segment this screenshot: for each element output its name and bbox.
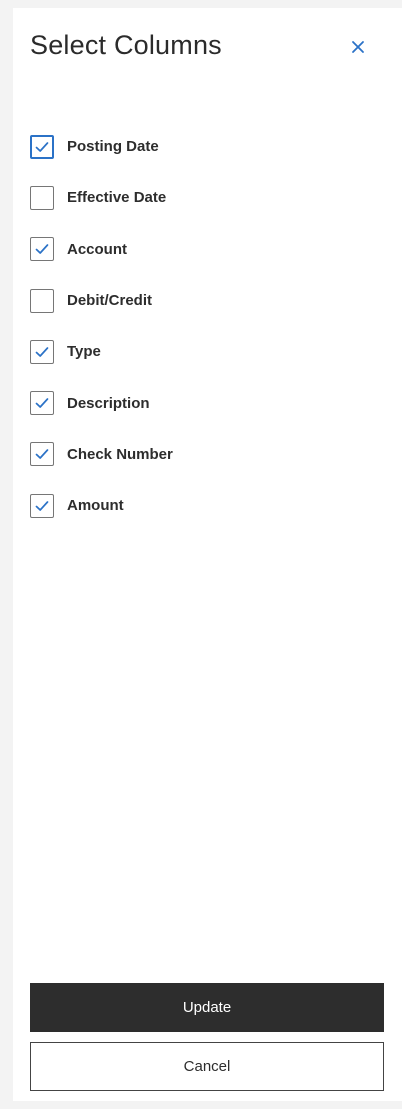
checkbox[interactable] — [30, 391, 54, 416]
column-option-amount[interactable]: Amount — [30, 480, 370, 531]
column-option-label: Amount — [67, 497, 124, 515]
column-option-label: Description — [67, 394, 150, 412]
column-option-label: Effective Date — [67, 189, 167, 207]
column-option-debit-credit[interactable]: Debit/Credit — [30, 275, 370, 326]
checkmark-icon — [35, 449, 49, 460]
checkbox[interactable] — [30, 237, 54, 262]
column-option-effective-date[interactable]: Effective Date — [30, 172, 370, 223]
checkmark-icon — [35, 244, 49, 255]
checkbox[interactable] — [30, 134, 54, 159]
select-columns-panel: Select Columns Posting Date Effective Da… — [13, 8, 402, 1101]
column-option-description[interactable]: Description — [30, 377, 370, 428]
column-option-label: Account — [67, 240, 127, 258]
checkmark-icon — [35, 398, 49, 408]
checkbox[interactable] — [30, 288, 54, 313]
column-option-label: Type — [67, 343, 101, 361]
panel-title: Select Columns — [30, 30, 222, 60]
checkmark-icon — [35, 346, 49, 357]
close-button[interactable] — [347, 36, 369, 58]
column-option-account[interactable]: Account — [30, 224, 370, 275]
checkbox[interactable] — [30, 185, 54, 210]
update-button[interactable]: Update — [30, 983, 384, 1032]
checkbox[interactable] — [30, 442, 54, 467]
column-option-label: Posting Date — [67, 138, 159, 156]
cancel-button[interactable]: Cancel — [30, 1042, 384, 1091]
checkbox[interactable] — [30, 339, 54, 364]
checkmark-icon — [35, 500, 49, 511]
column-option-posting-date[interactable]: Posting Date — [30, 121, 370, 172]
column-list: Posting Date Effective Date Account Debi… — [30, 121, 370, 531]
column-option-check-number[interactable]: Check Number — [30, 429, 370, 480]
column-option-type[interactable]: Type — [30, 326, 370, 377]
checkmark-icon — [35, 141, 49, 152]
checkbox[interactable] — [30, 493, 54, 518]
column-option-label: Debit/Credit — [67, 292, 153, 310]
close-icon — [352, 41, 364, 53]
column-option-label: Check Number — [67, 445, 173, 463]
